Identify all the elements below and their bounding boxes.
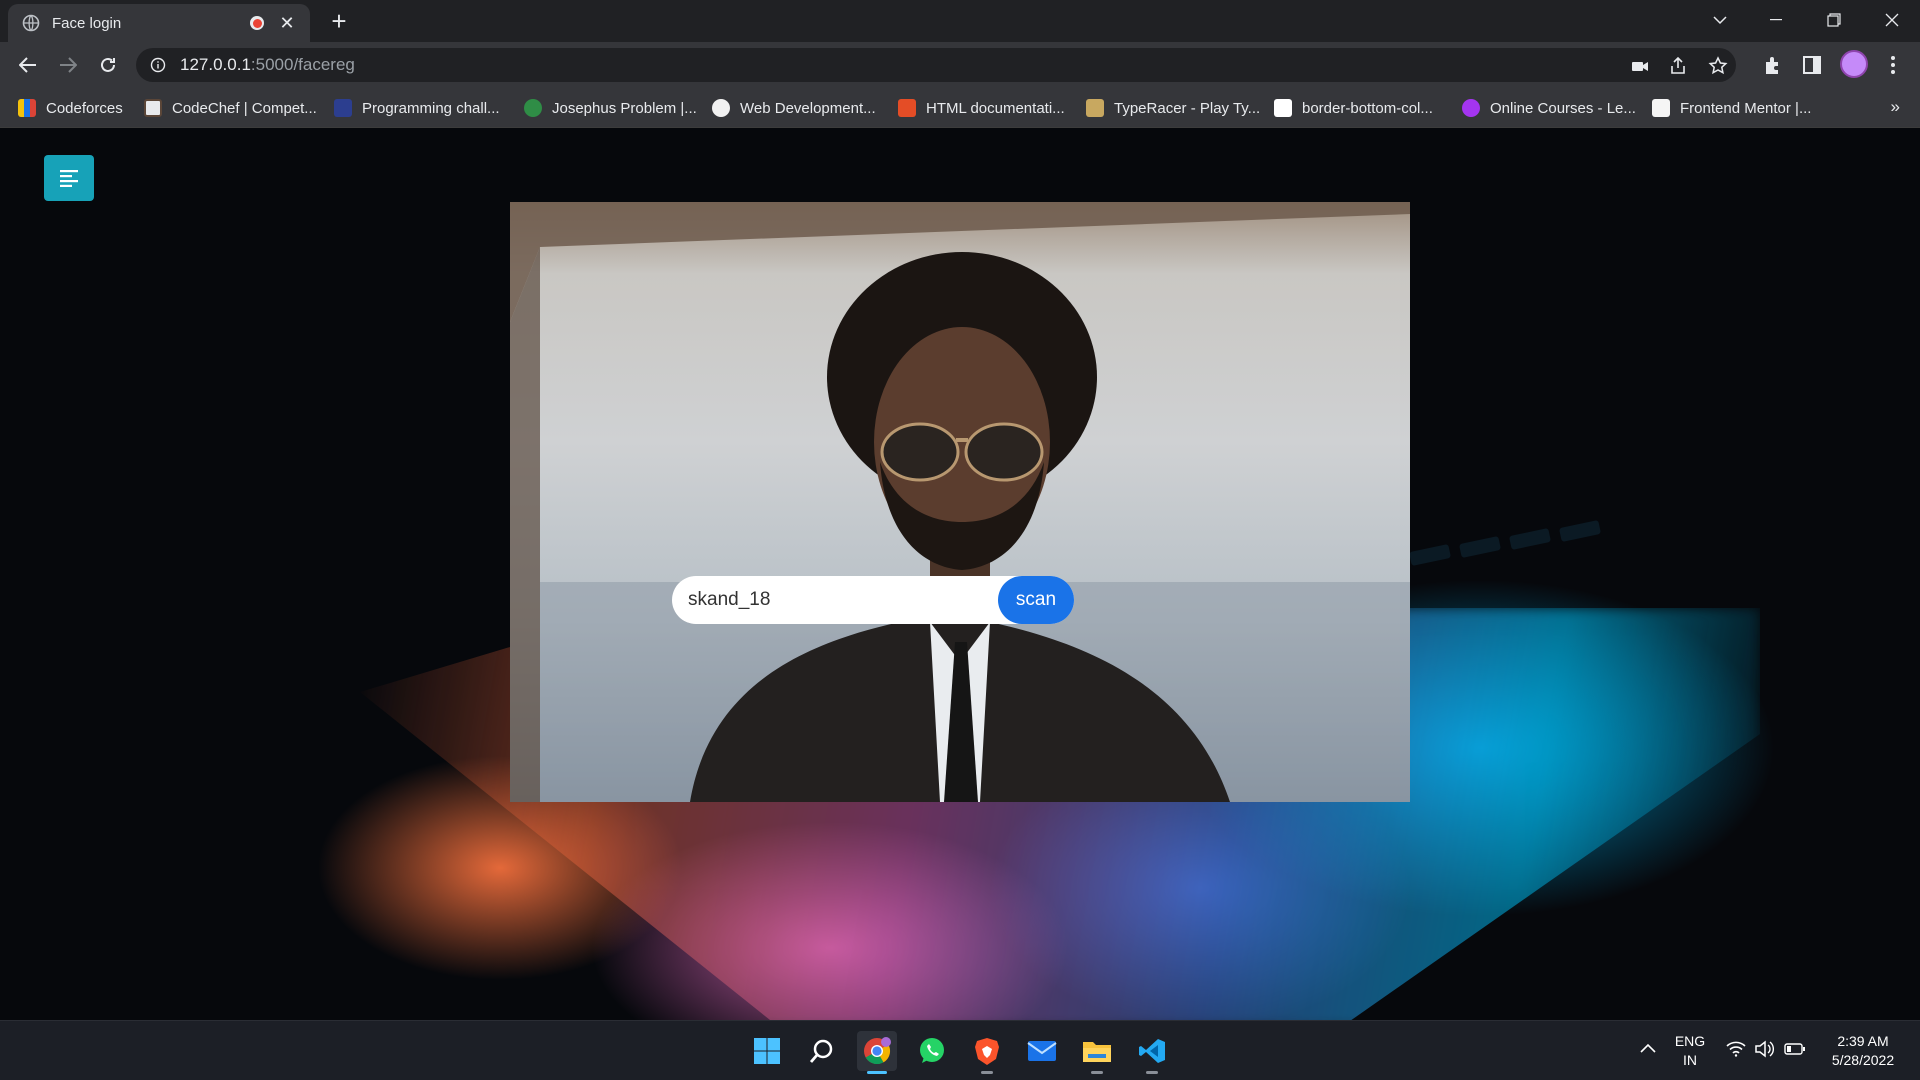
- close-window-button[interactable]: [1864, 0, 1920, 40]
- back-button[interactable]: [12, 49, 44, 81]
- minimize-button[interactable]: [1748, 0, 1804, 40]
- share-icon[interactable]: [1668, 56, 1688, 76]
- tab-face-login[interactable]: Face login ✕: [8, 4, 310, 42]
- bookmark-label: Josephus Problem |...: [552, 99, 697, 117]
- bookmark-label: Online Courses - Le...: [1490, 99, 1636, 117]
- page-background: scan: [0, 128, 1920, 1020]
- recording-icon: [250, 16, 264, 30]
- programming-icon: [334, 99, 352, 117]
- clock[interactable]: 2:39 AM 5/28/2022: [1818, 1032, 1908, 1070]
- bookmark-label: Programming chall...: [362, 99, 500, 117]
- bookmark-label: TypeRacer - Play Ty...: [1114, 99, 1261, 117]
- bookmark-programming-challenges[interactable]: Programming chall...: [334, 97, 500, 119]
- scan-form: scan: [672, 576, 1074, 624]
- url-host: 127.0.0.1: [180, 55, 251, 74]
- start-button[interactable]: [747, 1031, 787, 1071]
- time-label: 2:39 AM: [1837, 1033, 1889, 1049]
- volume-icon[interactable]: [1754, 1040, 1774, 1058]
- username-input[interactable]: [672, 576, 992, 624]
- udemy-icon: [1462, 99, 1480, 117]
- taskbar-search-button[interactable]: [802, 1031, 842, 1071]
- start-icon: [754, 1038, 780, 1064]
- bookmark-josephus[interactable]: Josephus Problem |...: [524, 97, 697, 119]
- date-label: 5/28/2022: [1831, 1052, 1895, 1068]
- kebab-menu-icon[interactable]: [1882, 54, 1904, 76]
- bookmark-label: border-bottom-col...: [1302, 99, 1433, 117]
- windows-taskbar: ENG IN 2:39 AM 5/28/2022: [0, 1020, 1920, 1080]
- vscode-icon: [1139, 1039, 1165, 1063]
- taskbar-whatsapp[interactable]: [912, 1031, 952, 1071]
- bookmark-border-bottom-color[interactable]: border-bottom-col...: [1274, 97, 1433, 119]
- tab-title: Face login: [52, 14, 122, 32]
- side-panel-icon[interactable]: [1801, 54, 1823, 76]
- taskbar-file-explorer[interactable]: [1077, 1031, 1117, 1074]
- file-explorer-icon: [1083, 1042, 1111, 1062]
- bookmark-typeracer[interactable]: TypeRacer - Play Ty...: [1086, 97, 1260, 119]
- restore-button[interactable]: [1806, 0, 1862, 40]
- geeksforgeeks-icon: [524, 99, 542, 117]
- info-icon[interactable]: [150, 57, 166, 73]
- bookmark-online-courses[interactable]: Online Courses - Le...: [1462, 97, 1636, 119]
- wifi-icon[interactable]: [1726, 1041, 1746, 1057]
- html-doc-icon: [898, 99, 916, 117]
- webcam-person-image: [510, 202, 1410, 802]
- bookmark-label: HTML documentati...: [926, 99, 1065, 117]
- whatsapp-icon: [920, 1038, 944, 1063]
- bookmark-label: Codeforces: [46, 99, 123, 117]
- bookmark-codeforces[interactable]: Codeforces: [18, 97, 123, 119]
- brave-icon: [975, 1038, 999, 1065]
- bookmark-label: Web Development...: [740, 99, 876, 117]
- new-tab-button[interactable]: +: [325, 8, 353, 36]
- taskbar-vscode[interactable]: [1132, 1031, 1172, 1074]
- mail-icon: [1027, 1041, 1057, 1061]
- extensions-icon[interactable]: [1762, 54, 1784, 76]
- browser-toolbar: 127.0.0.1:5000/facereg: [0, 42, 1920, 88]
- forward-button[interactable]: [52, 49, 84, 81]
- bookmark-codechef[interactable]: CodeChef | Compet...: [144, 97, 317, 119]
- bookmarks-bar: Codeforces CodeChef | Compet... Programm…: [0, 88, 1920, 128]
- bookmark-label: CodeChef | Compet...: [172, 99, 317, 117]
- reload-button[interactable]: [92, 49, 124, 81]
- taskbar-chrome[interactable]: [857, 1031, 897, 1074]
- bookmark-web-development[interactable]: Web Development...: [712, 97, 876, 119]
- codechef-icon: [144, 99, 162, 117]
- align-left-icon: [60, 170, 78, 187]
- chrome-icon: [864, 1037, 891, 1065]
- search-icon: [809, 1039, 833, 1063]
- url-path: :5000/facereg: [250, 55, 355, 74]
- region-label: IN: [1683, 1052, 1697, 1068]
- language-indicator[interactable]: ENG IN: [1670, 1032, 1710, 1070]
- codepen-icon: [1274, 99, 1292, 117]
- bookmark-label: Frontend Mentor |...: [1680, 99, 1812, 117]
- codeforces-icon: [18, 99, 36, 117]
- chevron-up-icon[interactable]: [1640, 1043, 1656, 1053]
- scan-button[interactable]: scan: [998, 576, 1074, 624]
- taskbar-brave[interactable]: [967, 1031, 1007, 1074]
- bookmark-html-documentation[interactable]: HTML documentati...: [898, 97, 1065, 119]
- keyboard-keys-image: [1409, 520, 1601, 566]
- web-dev-icon: [712, 99, 730, 117]
- typeracer-icon: [1086, 99, 1104, 117]
- language-label: ENG: [1674, 1033, 1706, 1049]
- profile-avatar[interactable]: [1840, 50, 1868, 78]
- tab-search-icon[interactable]: [1692, 0, 1748, 40]
- bookmark-star-icon[interactable]: [1708, 56, 1728, 76]
- more-bookmarks-button[interactable]: »: [1891, 97, 1900, 117]
- address-bar[interactable]: 127.0.0.1:5000/facereg: [136, 48, 1736, 82]
- battery-icon[interactable]: [1784, 1043, 1806, 1055]
- globe-icon: [22, 14, 40, 32]
- webcam-feed: [510, 202, 1410, 802]
- title-bar: Face login ✕ +: [0, 0, 1920, 42]
- frontend-mentor-icon: [1652, 99, 1670, 117]
- taskbar-mail[interactable]: [1022, 1031, 1062, 1071]
- close-tab-icon[interactable]: ✕: [278, 13, 296, 34]
- menu-toggle-button[interactable]: [44, 155, 94, 201]
- camera-in-use-icon[interactable]: [1630, 56, 1650, 76]
- bookmark-frontend-mentor[interactable]: Frontend Mentor |...: [1652, 97, 1811, 119]
